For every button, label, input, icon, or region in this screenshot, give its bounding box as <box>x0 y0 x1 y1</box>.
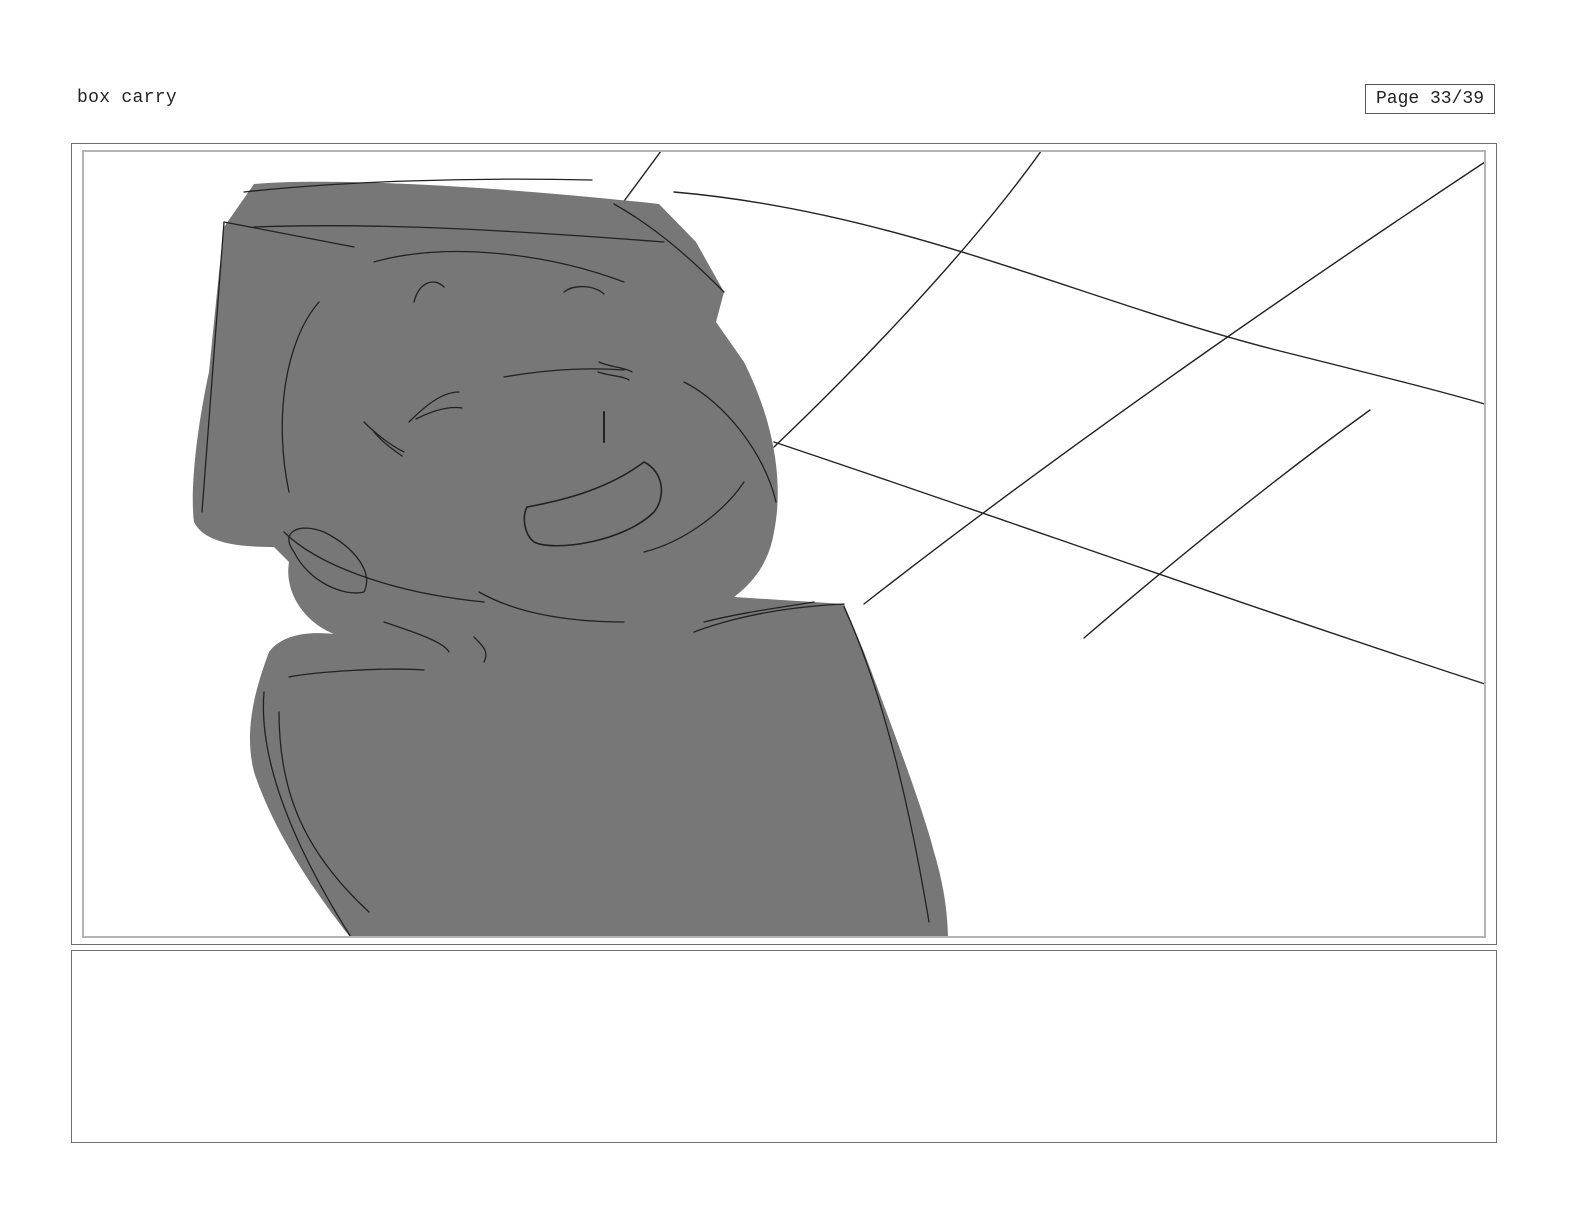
sketch-drawing <box>192 152 1484 936</box>
page-number: Page 33/39 <box>1365 84 1495 114</box>
storyboard-panel <box>71 143 1497 945</box>
character-silhouette <box>192 181 948 936</box>
panel-notes-text <box>72 951 1496 971</box>
document-title: box carry <box>77 88 177 108</box>
panel-notes-box <box>71 950 1497 1143</box>
panel-drawing-area <box>82 150 1486 938</box>
